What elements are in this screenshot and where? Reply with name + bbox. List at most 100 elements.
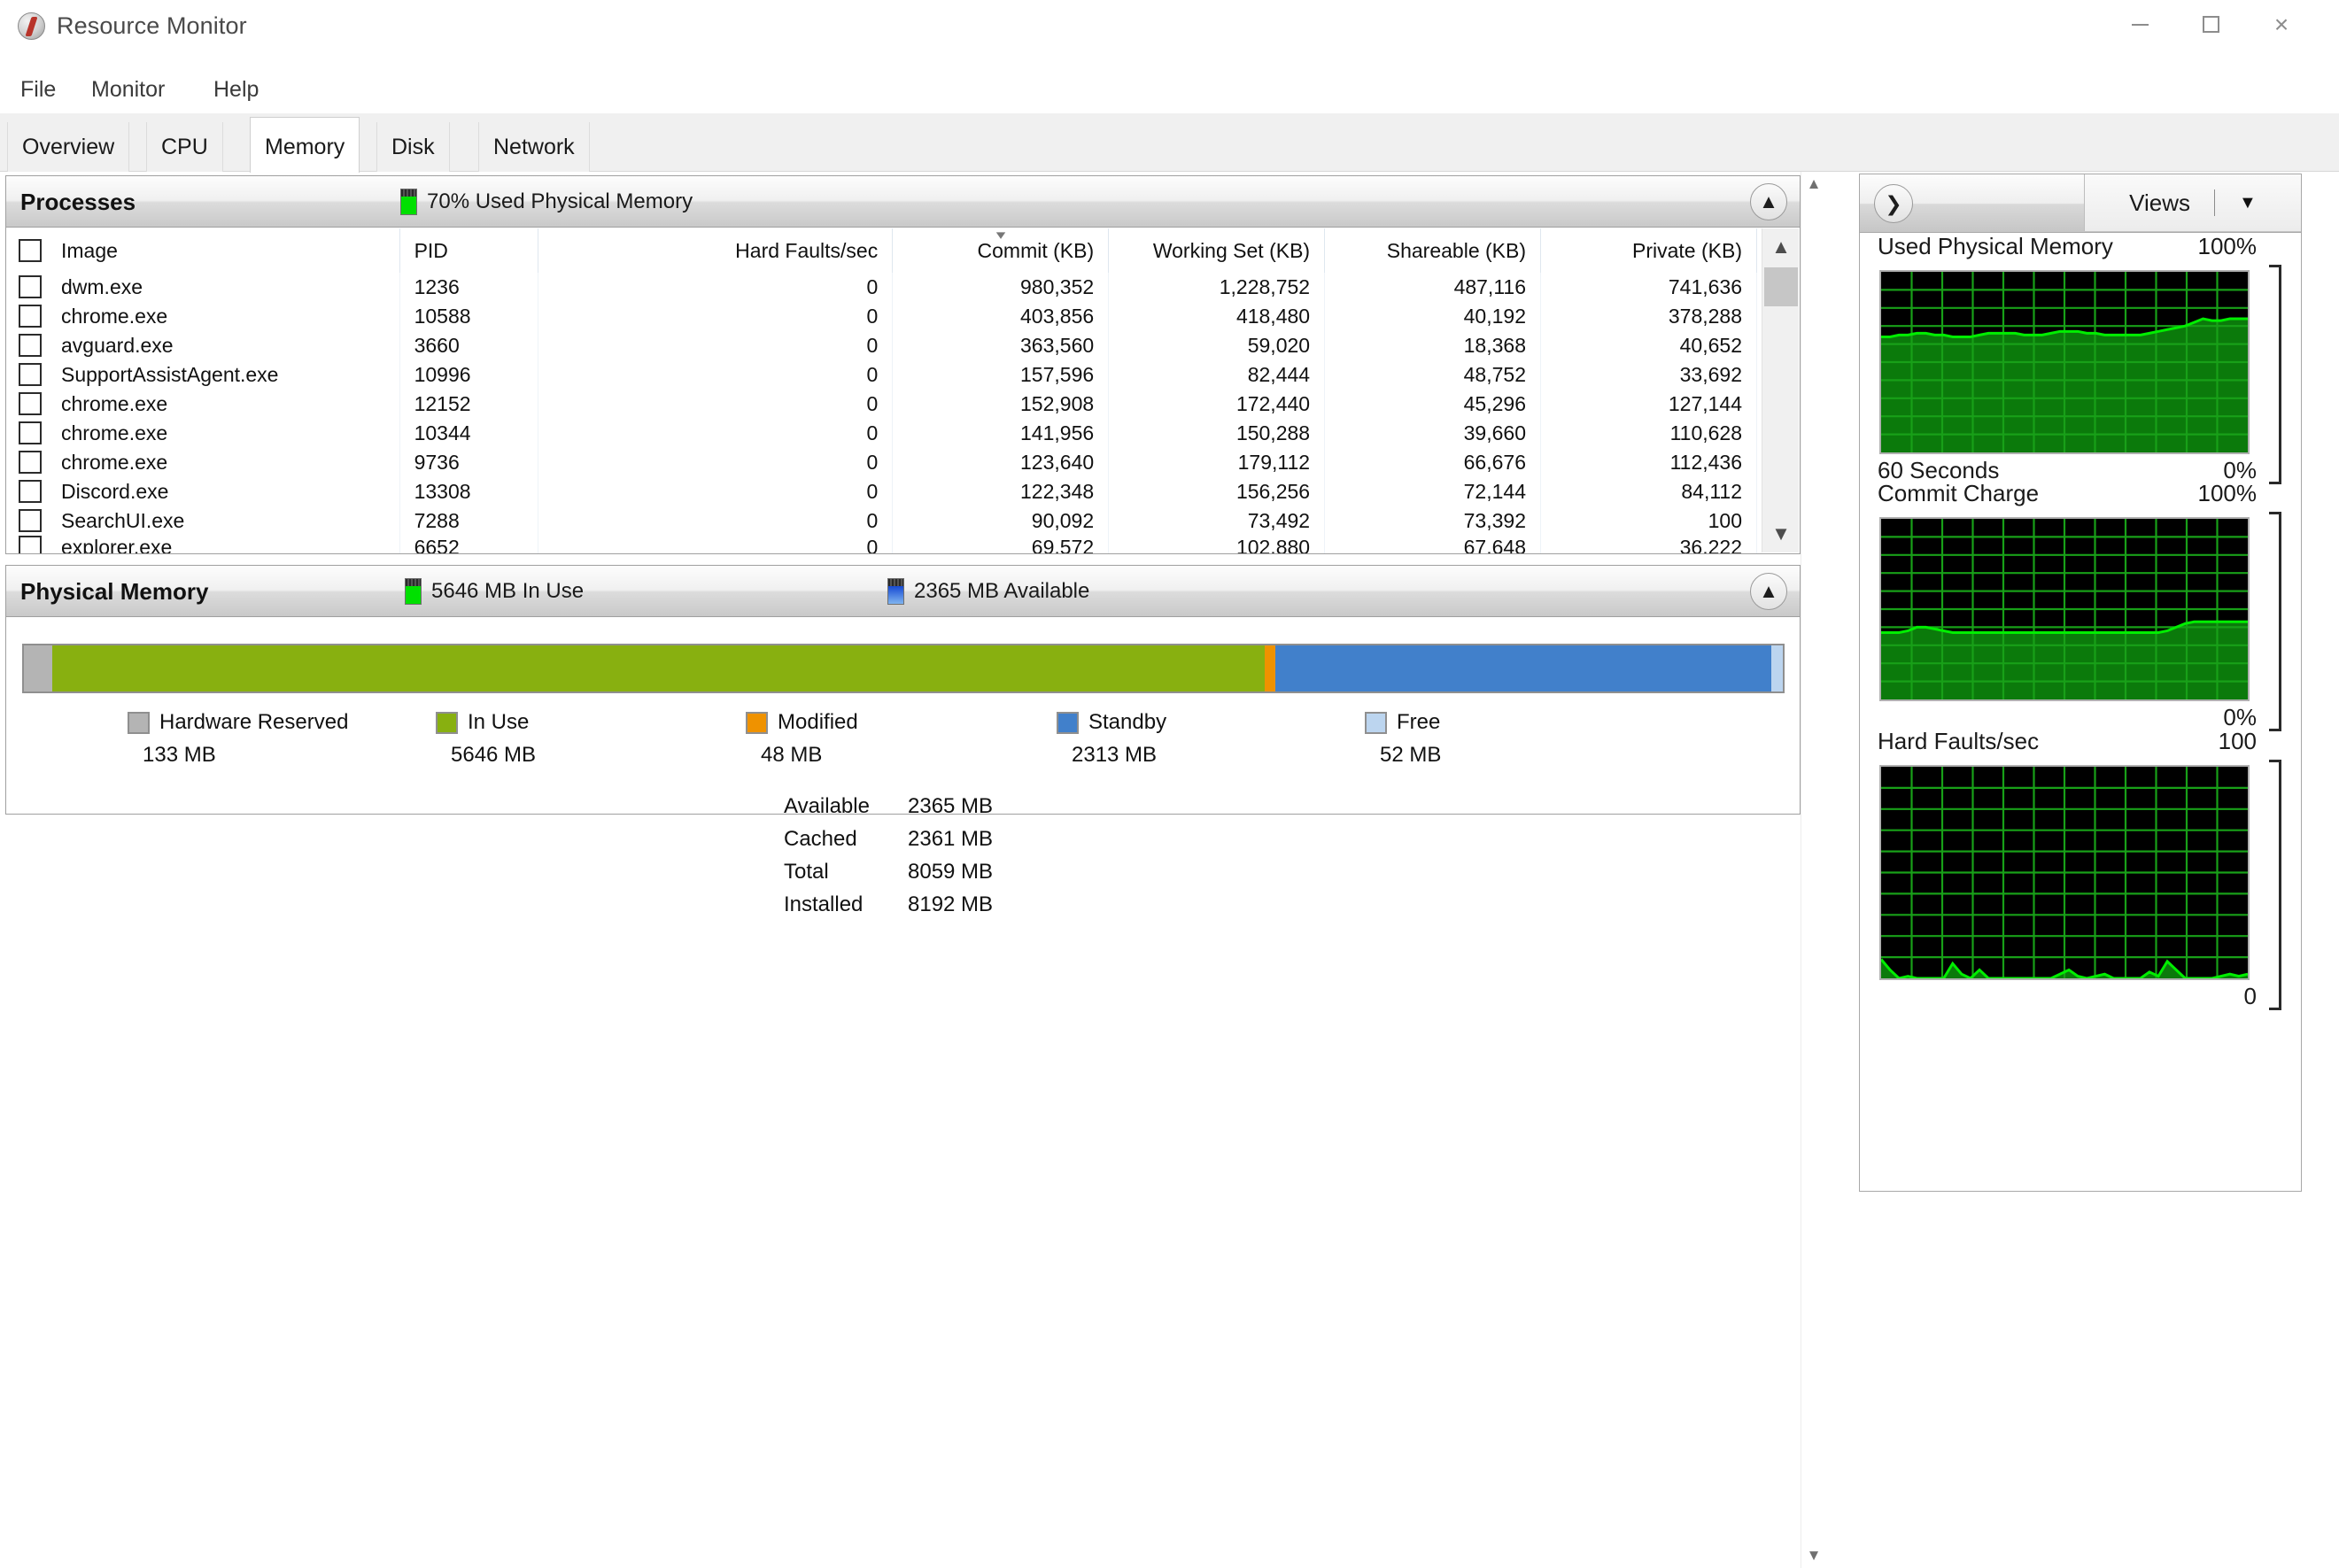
row-checkbox[interactable] bbox=[19, 305, 42, 328]
row-checkbox[interactable] bbox=[19, 509, 42, 532]
legend-label-free: Free bbox=[1397, 710, 1441, 734]
menu-bar: File Monitor Help bbox=[0, 69, 2339, 110]
table-row[interactable]: dwm.exe 1236 0 980,352 1,228,752 487,116 741,6… bbox=[6, 273, 1757, 302]
tab-overview[interactable]: Overview bbox=[7, 122, 130, 172]
column-header-pid[interactable]: PID bbox=[399, 228, 538, 273]
maximize-button[interactable] bbox=[2176, 0, 2245, 49]
cell-image: Discord.exe bbox=[6, 477, 400, 506]
process-name: Discord.exe bbox=[61, 480, 169, 503]
tab-network[interactable]: Network bbox=[478, 122, 590, 172]
expand-sidebar-button[interactable]: ❯ bbox=[1874, 184, 1913, 223]
graph-header: Used Physical Memory 100% bbox=[1860, 233, 2301, 272]
cell-shareable: 487,116 bbox=[1324, 273, 1541, 302]
table-row[interactable]: chrome.exe 10344 0 141,956 150,288 39,660 110,… bbox=[6, 419, 1757, 448]
cell-shareable: 73,392 bbox=[1324, 506, 1541, 536]
menu-item-monitor[interactable]: Monitor bbox=[84, 74, 172, 104]
cell-pid: 10996 bbox=[399, 360, 538, 390]
table-row[interactable]: SearchUI.exe 7288 0 90,092 73,492 73,392 100 bbox=[6, 506, 1757, 536]
column-header-image[interactable]: Image bbox=[6, 228, 400, 273]
process-name: chrome.exe bbox=[61, 305, 168, 328]
column-header-hard-faults[interactable]: Hard Faults/sec bbox=[538, 228, 894, 273]
table-row[interactable]: explorer.exe 6652 0 69,572 102,880 67,648 36,2… bbox=[6, 536, 1757, 553]
minimize-button[interactable] bbox=[2105, 0, 2174, 49]
scroll-up-icon[interactable]: ▲ bbox=[1762, 228, 1800, 266]
legend-swatch-in-use bbox=[436, 711, 458, 734]
physical-memory-collapse-button[interactable]: ▲ bbox=[1750, 573, 1787, 610]
summary-label-cached: Cached bbox=[784, 826, 857, 851]
memory-segment-free bbox=[1771, 645, 1783, 691]
views-button[interactable]: Views ▼ bbox=[2084, 174, 2301, 231]
row-checkbox[interactable] bbox=[19, 536, 42, 553]
row-checkbox[interactable] bbox=[19, 480, 42, 503]
cell-private: 40,652 bbox=[1540, 331, 1757, 360]
row-checkbox[interactable] bbox=[19, 421, 42, 444]
memory-segment-hardware-reserved bbox=[24, 645, 53, 691]
cell-working_set: 418,480 bbox=[1108, 302, 1326, 331]
row-checkbox[interactable] bbox=[19, 275, 42, 298]
tab-cpu[interactable]: CPU bbox=[146, 122, 223, 172]
tab-disk[interactable]: Disk bbox=[376, 122, 450, 172]
scroll-down-icon[interactable]: ▼ bbox=[1762, 515, 1800, 552]
row-checkbox[interactable] bbox=[19, 363, 42, 386]
cell-pid: 10344 bbox=[399, 419, 538, 448]
cell-hard_faults: 0 bbox=[538, 302, 894, 331]
process-name: chrome.exe bbox=[61, 392, 168, 415]
cell-pid: 6652 bbox=[399, 536, 538, 553]
row-checkbox[interactable] bbox=[19, 451, 42, 474]
summary-label-available: Available bbox=[784, 793, 870, 818]
window-title: Resource Monitor bbox=[57, 12, 247, 39]
processes-collapse-button[interactable]: ▲ bbox=[1750, 183, 1787, 220]
table-row[interactable]: SupportAssistAgent.exe 10996 0 157,596 82,44… bbox=[6, 360, 1757, 390]
column-label-image: Image bbox=[61, 238, 118, 262]
main-content: Processes 70% Used Physical Memory ▲ Ima… bbox=[0, 172, 1825, 1568]
processes-table: Image PID Hard Faults/sec Commit (KB) Wo… bbox=[6, 228, 1757, 553]
legend-standby: Standby 2313 MB bbox=[1057, 710, 1166, 768]
cell-commit: 122,348 bbox=[892, 477, 1110, 506]
legend-value-modified: 48 MB bbox=[761, 743, 823, 767]
table-row[interactable]: Discord.exe 13308 0 122,348 156,256 72,144 84,… bbox=[6, 477, 1757, 506]
column-header-shareable[interactable]: Shareable (KB) bbox=[1324, 228, 1541, 273]
cell-commit: 141,956 bbox=[892, 419, 1110, 448]
table-row[interactable]: chrome.exe 12152 0 152,908 172,440 45,296 127,… bbox=[6, 390, 1757, 419]
legend-swatch-free bbox=[1365, 711, 1387, 734]
cell-image: chrome.exe bbox=[6, 448, 400, 477]
scroll-down-icon[interactable]: ▼ bbox=[1801, 1543, 1826, 1568]
column-header-working-set[interactable]: Working Set (KB) bbox=[1108, 228, 1326, 273]
graph-max-label: 100% bbox=[2197, 480, 2258, 506]
row-checkbox[interactable] bbox=[19, 334, 42, 357]
select-all-checkbox[interactable] bbox=[19, 238, 42, 262]
used-physical-memory-status: 70% Used Physical Memory bbox=[400, 176, 693, 228]
tab-memory[interactable]: Memory bbox=[250, 117, 360, 173]
table-row[interactable]: chrome.exe 10588 0 403,856 418,480 40,192 378,… bbox=[6, 302, 1757, 331]
legend-value-standby: 2313 MB bbox=[1072, 743, 1158, 767]
column-header-commit[interactable]: Commit (KB) bbox=[892, 228, 1110, 273]
process-name: SearchUI.exe bbox=[61, 509, 185, 532]
cell-hard_faults: 0 bbox=[538, 536, 894, 553]
menu-item-file[interactable]: File bbox=[13, 74, 63, 104]
processes-scrollbar[interactable]: ▲ ▼ bbox=[1762, 228, 1799, 552]
chevron-down-icon: ▼ bbox=[2239, 192, 2257, 212]
cell-working_set: 156,256 bbox=[1108, 477, 1326, 506]
content-scrollbar[interactable]: ▲ ▼ bbox=[1801, 172, 1825, 1568]
table-header-row: Image PID Hard Faults/sec Commit (KB) Wo… bbox=[6, 228, 1757, 273]
cell-pid: 1236 bbox=[399, 273, 538, 302]
cell-pid: 12152 bbox=[399, 390, 538, 419]
scroll-up-icon[interactable]: ▲ bbox=[1801, 172, 1826, 197]
cell-pid: 13308 bbox=[399, 477, 538, 506]
cell-working_set: 172,440 bbox=[1108, 390, 1326, 419]
menu-item-help[interactable]: Help bbox=[206, 74, 266, 104]
table-row[interactable]: avguard.exe 3660 0 363,560 59,020 18,368 40,65… bbox=[6, 331, 1757, 360]
legend-label-modified: Modified bbox=[778, 710, 858, 734]
scrollbar-thumb[interactable] bbox=[1764, 267, 1798, 306]
physical-memory-title: Physical Memory bbox=[20, 578, 209, 605]
close-button[interactable]: × bbox=[2247, 0, 2316, 49]
summary-row: Total 8059 MB bbox=[784, 855, 1049, 888]
cell-private: 36,222 bbox=[1540, 536, 1757, 553]
summary-label-installed: Installed bbox=[784, 892, 864, 916]
process-name: dwm.exe bbox=[61, 275, 143, 298]
views-label: Views bbox=[2129, 189, 2191, 216]
column-header-private[interactable]: Private (KB) bbox=[1540, 228, 1757, 273]
legend-label-hardware-reserved: Hardware Reserved bbox=[159, 710, 349, 734]
table-row[interactable]: chrome.exe 9736 0 123,640 179,112 66,676 112,4… bbox=[6, 448, 1757, 477]
row-checkbox[interactable] bbox=[19, 392, 42, 415]
